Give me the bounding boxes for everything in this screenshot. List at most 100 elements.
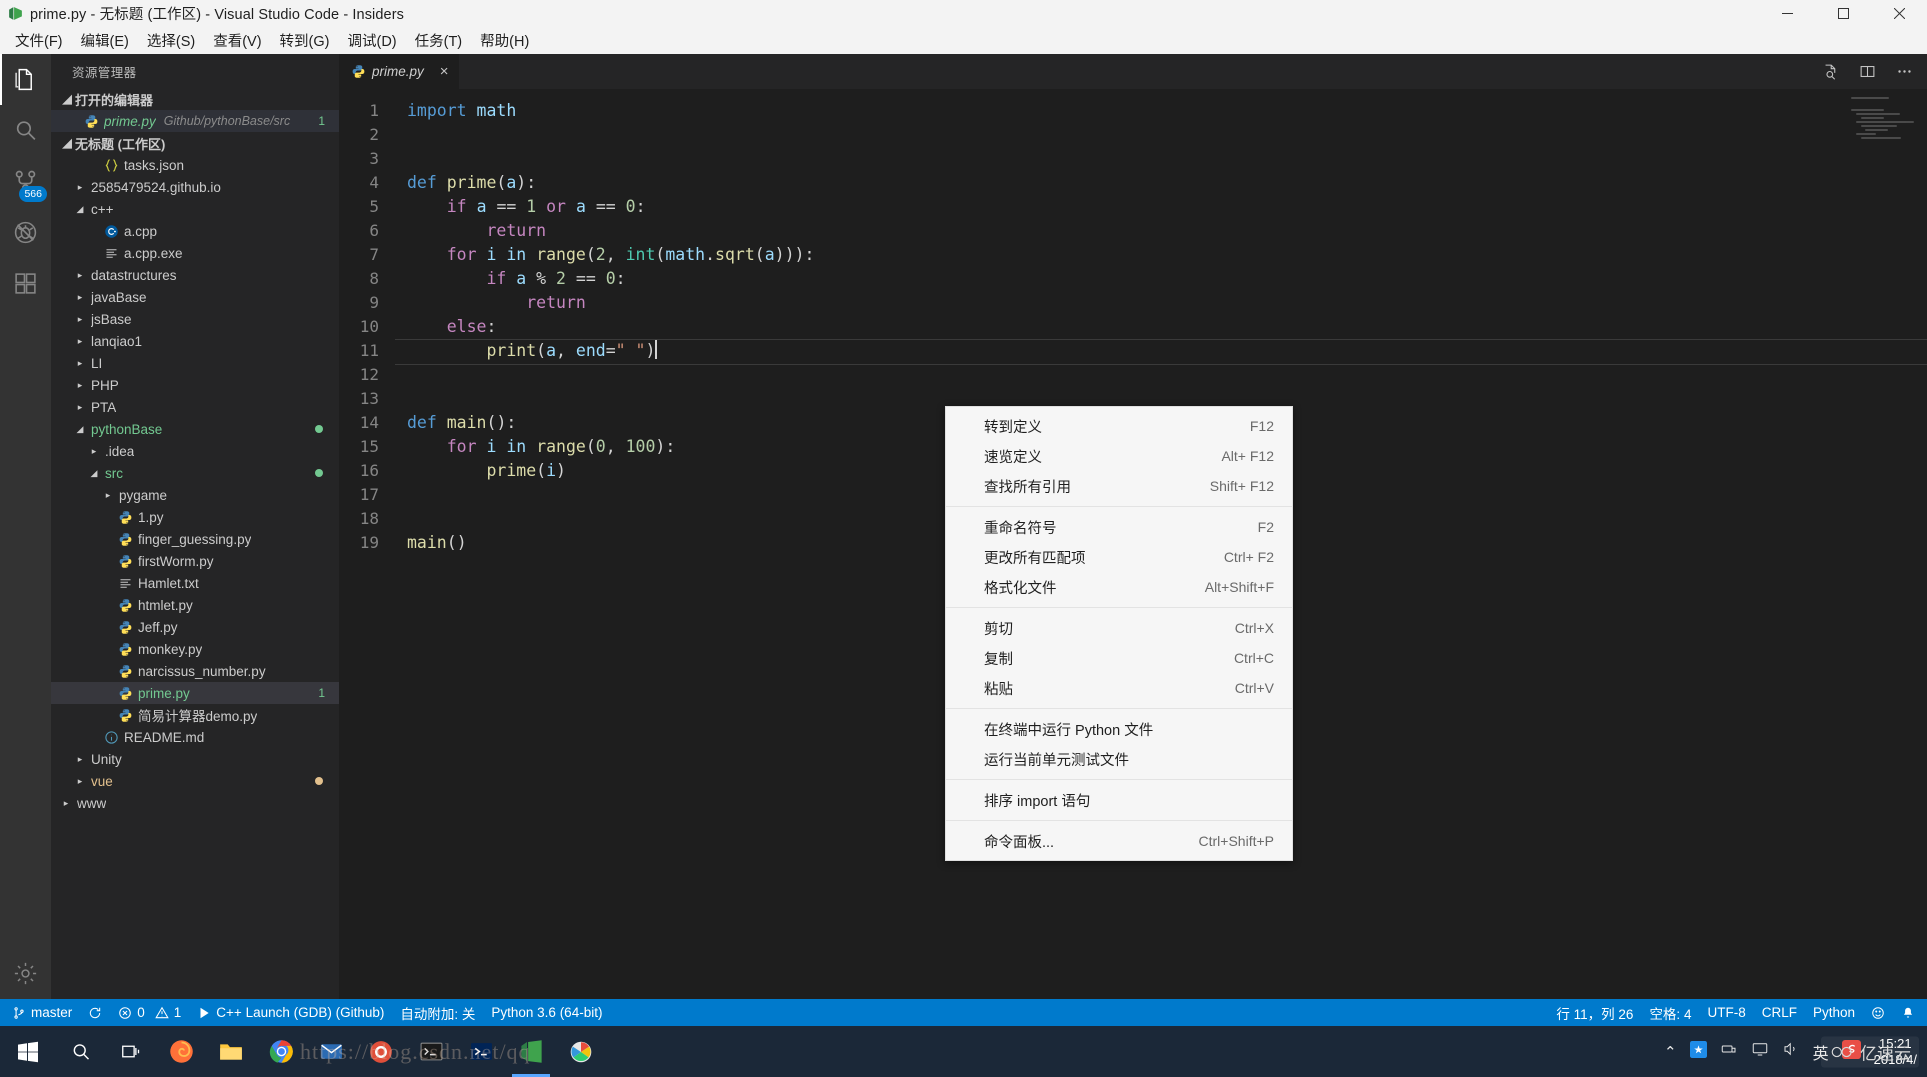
- section-workspace[interactable]: ◢ 无标题 (工作区): [51, 132, 339, 154]
- tree-item-jeff-py[interactable]: Jeff.py: [51, 616, 339, 638]
- context-menu-item[interactable]: 重命名符号 F2: [946, 512, 1292, 542]
- tree-item-a-cpp[interactable]: a.cpp: [51, 220, 339, 242]
- activity-manage-settings[interactable]: [0, 948, 51, 999]
- context-menu-item[interactable]: 格式化文件 Alt+Shift+F: [946, 572, 1292, 602]
- tree-item-2585479524-github-io[interactable]: ▸ 2585479524.github.io: [51, 176, 339, 198]
- minimap[interactable]: [1851, 97, 1914, 247]
- activity-debug[interactable]: [0, 207, 51, 258]
- status-encoding[interactable]: UTF-8: [1699, 1005, 1753, 1020]
- menu-file[interactable]: 文件(F): [6, 27, 72, 54]
- tab-prime-py[interactable]: prime.py ×: [339, 54, 460, 89]
- status-language-mode[interactable]: Python: [1805, 1005, 1863, 1020]
- tray-display-icon[interactable]: [1751, 1040, 1769, 1063]
- tree-item-a-cpp-exe[interactable]: a.cpp.exe: [51, 242, 339, 264]
- tree-item-prime-py[interactable]: prime.py 1: [51, 682, 339, 704]
- tree-item-c-[interactable]: ◢ c++: [51, 198, 339, 220]
- taskbar-vscode-insiders[interactable]: [506, 1026, 556, 1077]
- activity-explorer[interactable]: [0, 54, 51, 105]
- tree-item-finger-guessing-py[interactable]: finger_guessing.py: [51, 528, 339, 550]
- context-menu-item[interactable]: 查找所有引用 Shift+ F12: [946, 471, 1292, 501]
- tree-item--demo-py[interactable]: 简易计算器demo.py: [51, 704, 339, 726]
- tree-item--idea[interactable]: ▸ .idea: [51, 440, 339, 462]
- tray-network-icon[interactable]: [1720, 1040, 1738, 1063]
- status-notifications[interactable]: [1893, 1006, 1923, 1020]
- tree-item-vue[interactable]: ▸ vue: [51, 770, 339, 792]
- tree-item-src[interactable]: ◢ src: [51, 462, 339, 484]
- section-open-editors[interactable]: ◢ 打开的编辑器: [51, 88, 339, 110]
- split-editor-icon[interactable]: [1859, 63, 1876, 80]
- context-menu-item[interactable]: 复制 Ctrl+C: [946, 643, 1292, 673]
- menu-view[interactable]: 查看(V): [204, 27, 270, 54]
- tray-onedrive-icon[interactable]: [1689, 1040, 1707, 1063]
- status-git-branch[interactable]: master: [4, 999, 80, 1026]
- status-python-interpreter[interactable]: Python 3.6 (64-bit): [483, 999, 610, 1026]
- status-indentation[interactable]: 空格: 4: [1641, 1003, 1699, 1023]
- activity-search[interactable]: [0, 105, 51, 156]
- context-menu-item[interactable]: 转到定义 F12: [946, 411, 1292, 441]
- close-button[interactable]: [1871, 0, 1927, 27]
- more-actions-icon[interactable]: [1896, 63, 1913, 80]
- taskbar-search-button[interactable]: [56, 1026, 106, 1077]
- status-problems[interactable]: 0 1: [110, 999, 189, 1026]
- status-sync[interactable]: [80, 999, 110, 1026]
- tree-item-hamlet-txt[interactable]: Hamlet.txt: [51, 572, 339, 594]
- editor-vertical-scrollbar[interactable]: [1913, 89, 1927, 999]
- taskbar-mail[interactable]: [306, 1026, 356, 1077]
- tree-item-li[interactable]: ▸ LI: [51, 352, 339, 374]
- tree-item-javabase[interactable]: ▸ javaBase: [51, 286, 339, 308]
- context-menu-item[interactable]: 排序 import 语句: [946, 785, 1292, 815]
- status-launch-config[interactable]: C++ Launch (GDB) (Github): [189, 999, 392, 1026]
- tree-item-jsbase[interactable]: ▸ jsBase: [51, 308, 339, 330]
- tree-item-1-py[interactable]: 1.py: [51, 506, 339, 528]
- tree-item-unity[interactable]: ▸ Unity: [51, 748, 339, 770]
- start-button[interactable]: [0, 1026, 56, 1077]
- close-icon[interactable]: ×: [440, 64, 449, 79]
- tree-item-narcissus-number-py[interactable]: narcissus_number.py: [51, 660, 339, 682]
- taskbar-firefox[interactable]: [156, 1026, 206, 1077]
- menu-edit[interactable]: 编辑(E): [72, 27, 138, 54]
- menu-tasks[interactable]: 任务(T): [406, 27, 472, 54]
- taskbar-photos[interactable]: [556, 1026, 606, 1077]
- editor-context-menu[interactable]: 转到定义 F12 速览定义 Alt+ F12 查找所有引用 Shift+ F12 重命名符号…: [945, 406, 1293, 861]
- tray-volume-icon[interactable]: [1782, 1040, 1800, 1063]
- status-cursor-position[interactable]: 行 11，列 26: [1548, 1003, 1641, 1023]
- taskbar-terminal[interactable]: [406, 1026, 456, 1077]
- context-menu-item[interactable]: 命令面板... Ctrl+Shift+P: [946, 826, 1292, 856]
- activity-extensions[interactable]: [0, 258, 51, 309]
- context-menu-item[interactable]: 剪切 Ctrl+X: [946, 613, 1292, 643]
- taskbar-chrome[interactable]: [256, 1026, 306, 1077]
- context-menu-item[interactable]: 粘贴 Ctrl+V: [946, 673, 1292, 703]
- tree-item-firstworm-py[interactable]: firstWorm.py: [51, 550, 339, 572]
- open-editor-prime-py[interactable]: prime.py Github/pythonBase/src 1: [51, 110, 339, 132]
- tree-item-pygame[interactable]: ▸ pygame: [51, 484, 339, 506]
- taskbar-task-view-button[interactable]: [106, 1026, 156, 1077]
- tray-chevron-up-icon[interactable]: ⌃: [1664, 1043, 1677, 1061]
- tree-item-pythonbase[interactable]: ◢ pythonBase: [51, 418, 339, 440]
- tree-item-readme-md[interactable]: README.md: [51, 726, 339, 748]
- status-feedback[interactable]: [1863, 1006, 1893, 1020]
- context-menu-item[interactable]: 在终端中运行 Python 文件: [946, 714, 1292, 744]
- status-auto-attach[interactable]: 自动附加: 关: [392, 999, 483, 1026]
- tree-item-lanqiao1[interactable]: ▸ lanqiao1: [51, 330, 339, 352]
- tree-item-tasks-json[interactable]: tasks.json: [51, 154, 339, 176]
- taskbar-powershell[interactable]: [456, 1026, 506, 1077]
- context-menu-item[interactable]: 运行当前单元测试文件: [946, 744, 1292, 774]
- tree-item-htmlet-py[interactable]: htmlet.py: [51, 594, 339, 616]
- tree-item-monkey-py[interactable]: monkey.py: [51, 638, 339, 660]
- context-menu-item[interactable]: 速览定义 Alt+ F12: [946, 441, 1292, 471]
- menu-help[interactable]: 帮助(H): [471, 27, 538, 54]
- tree-item-www[interactable]: ▸ www: [51, 792, 339, 814]
- menu-goto[interactable]: 转到(G): [271, 27, 339, 54]
- tree-item-php[interactable]: ▸ PHP: [51, 374, 339, 396]
- minimize-button[interactable]: [1759, 0, 1815, 27]
- tree-item-datastructures[interactable]: ▸ datastructures: [51, 264, 339, 286]
- status-eol[interactable]: CRLF: [1754, 1005, 1805, 1020]
- open-preview-icon[interactable]: [1822, 63, 1839, 80]
- taskbar-file-explorer[interactable]: [206, 1026, 256, 1077]
- menu-debug[interactable]: 调试(D): [338, 27, 405, 54]
- context-menu-item[interactable]: 更改所有匹配项 Ctrl+ F2: [946, 542, 1292, 572]
- tree-item-pta[interactable]: ▸ PTA: [51, 396, 339, 418]
- maximize-button[interactable]: [1815, 0, 1871, 27]
- menu-selection[interactable]: 选择(S): [138, 27, 204, 54]
- taskbar-media-app[interactable]: [356, 1026, 406, 1077]
